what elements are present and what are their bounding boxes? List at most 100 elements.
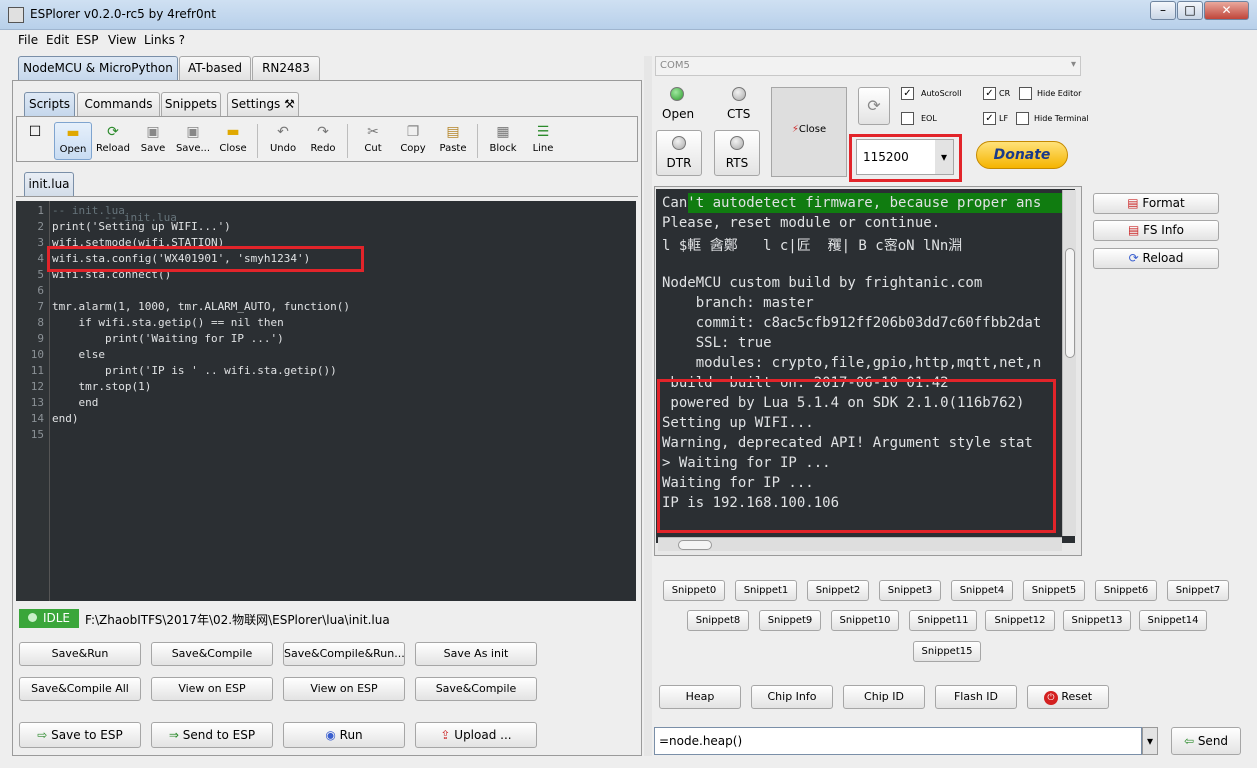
save-as-init-button[interactable]: Save As init: [415, 642, 537, 666]
fs-info-button[interactable]: ▤ FS Info: [1093, 220, 1219, 241]
snippet-button-3[interactable]: Snippet3: [879, 580, 941, 601]
port-select[interactable]: COM5 ▾: [655, 56, 1081, 76]
tab-nodemcu[interactable]: NodeMCU & MicroPython: [18, 56, 178, 80]
snippet-button-12[interactable]: Snippet12: [985, 610, 1055, 631]
open-button[interactable]: ▬ Open: [54, 122, 92, 160]
menu-esp[interactable]: ESP: [76, 33, 98, 47]
save-to-esp-button[interactable]: ⇨ Save to ESP: [19, 722, 141, 748]
tab-rn2483[interactable]: RN2483: [252, 56, 320, 80]
snippet-button-6[interactable]: Snippet6: [1095, 580, 1157, 601]
redo-button[interactable]: ↷ Redo: [304, 122, 342, 160]
reload-button[interactable]: ⟳ Reload: [94, 122, 132, 160]
tab-scripts[interactable]: Scripts: [24, 92, 75, 116]
line-button[interactable]: ☰ Line: [524, 122, 562, 160]
undo-button[interactable]: ↶ Undo: [264, 122, 302, 160]
menu-links[interactable]: Links ?: [144, 33, 185, 47]
line-number: 9: [37, 332, 44, 345]
play-icon: ◉: [325, 728, 340, 742]
save-as-button[interactable]: ▣ Save...: [174, 122, 212, 160]
menu-view[interactable]: View: [108, 33, 136, 47]
snippet-button-5[interactable]: Snippet5: [1023, 580, 1085, 601]
save-compile-run-button[interactable]: Save&Compile&Run...: [283, 642, 405, 666]
snippet-button-0[interactable]: Snippet0: [663, 580, 725, 601]
menu-edit[interactable]: Edit: [46, 33, 69, 47]
power-icon: ⏻: [1043, 691, 1058, 705]
chip-id-button[interactable]: Chip ID: [843, 685, 925, 709]
tab-settings[interactable]: Settings ⚒: [227, 92, 299, 116]
open-led-icon: [670, 87, 684, 101]
snippet-button-9[interactable]: Snippet9: [759, 610, 821, 631]
scroll-thumb[interactable]: [678, 540, 712, 550]
snippet-button-11[interactable]: Snippet11: [909, 610, 977, 631]
save-compile-button-2[interactable]: Save&Compile: [415, 677, 537, 701]
minimize-icon[interactable]: –: [1150, 1, 1176, 20]
rts-button[interactable]: RTS: [714, 130, 760, 176]
format-button[interactable]: ▤ Format: [1093, 193, 1219, 214]
snippet-button-8[interactable]: Snippet8: [687, 610, 749, 631]
send-to-esp-button[interactable]: ⇒ Send to ESP: [151, 722, 273, 748]
file-tab-init-lua[interactable]: init.lua: [24, 172, 74, 196]
scroll-thumb[interactable]: [1065, 248, 1075, 358]
upload-button[interactable]: ⇪ Upload ...: [415, 722, 537, 748]
snippet-button-15[interactable]: Snippet15: [913, 641, 981, 662]
upload-icon: ⇪: [440, 728, 455, 742]
disk-icon: ▣: [146, 124, 160, 140]
save-run-button[interactable]: Save&Run: [19, 642, 141, 666]
open-label[interactable]: Open: [662, 107, 694, 121]
snippet-button-13[interactable]: Snippet13: [1063, 610, 1131, 631]
menu-file[interactable]: File: [18, 33, 38, 47]
tab-commands[interactable]: Commands: [77, 92, 160, 116]
run-button[interactable]: ◉ Run: [283, 722, 405, 748]
snippet-button-14[interactable]: Snippet14: [1139, 610, 1207, 631]
close-window-button[interactable]: ✕: [1204, 1, 1249, 20]
code-line: print('Waiting for IP ...'): [52, 332, 284, 345]
code-line: end: [52, 396, 99, 409]
line-number: 2: [37, 220, 44, 233]
snippet-button-1[interactable]: Snippet1: [735, 580, 797, 601]
snippet-button-10[interactable]: Snippet10: [831, 610, 899, 631]
save-button[interactable]: ▣ Save: [134, 122, 172, 160]
flash-id-button[interactable]: Flash ID: [935, 685, 1017, 709]
reload-icon: ⟳: [107, 124, 119, 140]
snippet-button-7[interactable]: Snippet7: [1167, 580, 1229, 601]
heap-button[interactable]: Heap: [659, 685, 741, 709]
reload-icon: ⟳: [1128, 251, 1143, 265]
chevron-down-icon[interactable]: ▾: [1142, 727, 1158, 755]
snippet-button-2[interactable]: Snippet2: [807, 580, 869, 601]
tab-snippets[interactable]: Snippets: [161, 92, 221, 116]
eol-checkbox[interactable]: [901, 112, 914, 125]
save-compile-button[interactable]: Save&Compile: [151, 642, 273, 666]
save-compile-all-button[interactable]: Save&Compile All: [19, 677, 141, 701]
block-button[interactable]: ▦ Block: [484, 122, 522, 160]
cr-checkbox[interactable]: ✓: [983, 87, 996, 100]
hide-editor-checkbox[interactable]: [1019, 87, 1032, 100]
donate-button[interactable]: Donate: [976, 141, 1068, 169]
reset-button[interactable]: ⏻ Reset: [1027, 685, 1109, 709]
fs-reload-button[interactable]: ⟳ Reload: [1093, 248, 1219, 269]
command-input[interactable]: =node.heap(): [654, 727, 1142, 755]
cts-label: CTS: [727, 107, 751, 121]
line-number: 8: [37, 316, 44, 329]
line-number: 6: [37, 284, 44, 297]
lf-checkbox[interactable]: ✓: [983, 112, 996, 125]
close-port-button[interactable]: ⚡Close: [771, 87, 847, 177]
send-button[interactable]: ⇦ Send: [1171, 727, 1241, 755]
cut-button[interactable]: ✂ Cut: [354, 122, 392, 160]
tab-at-based[interactable]: AT-based: [179, 56, 251, 80]
view-on-esp-button[interactable]: View on ESP: [151, 677, 273, 701]
view-on-esp-button-2[interactable]: View on ESP: [283, 677, 405, 701]
paste-button[interactable]: ▤ Paste: [434, 122, 472, 160]
terminal-hscrollbar[interactable]: [658, 537, 1062, 551]
autoscroll-checkbox[interactable]: ✓: [901, 87, 914, 100]
dtr-button[interactable]: DTR: [656, 130, 702, 176]
splitter[interactable]: [644, 56, 652, 756]
refresh-ports-icon[interactable]: ⟳: [858, 87, 890, 125]
terminal-vscrollbar[interactable]: [1062, 190, 1076, 536]
snippet-button-4[interactable]: Snippet4: [951, 580, 1013, 601]
chip-info-button[interactable]: Chip Info: [751, 685, 833, 709]
maximize-icon[interactable]: □: [1177, 1, 1203, 20]
hide-terminal-checkbox[interactable]: [1016, 112, 1029, 125]
new-file-button[interactable]: ☐: [16, 122, 54, 160]
copy-button[interactable]: ❐ Copy: [394, 122, 432, 160]
close-file-button[interactable]: ▬ Close: [214, 122, 252, 160]
